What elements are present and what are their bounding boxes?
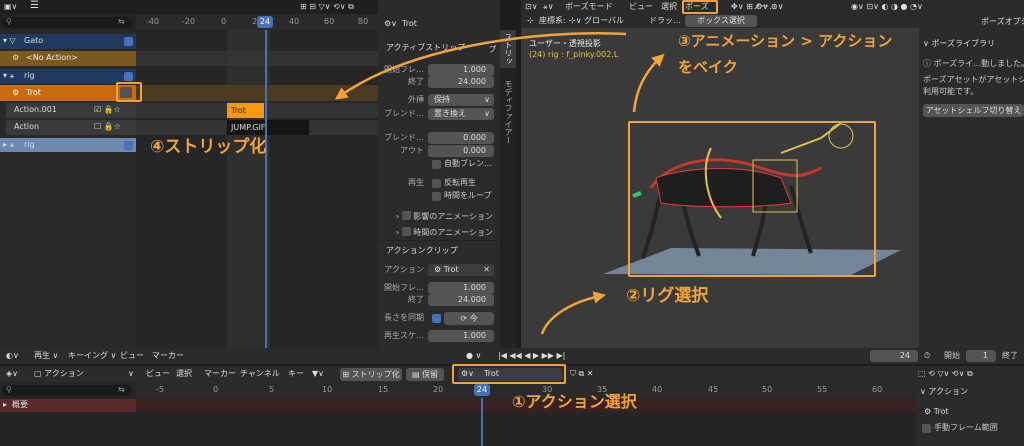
annotation-arrows — [334, 31, 665, 335]
arrow-step2 — [540, 291, 607, 335]
arrow-step4 — [334, 31, 627, 100]
arrow-step3 — [632, 53, 665, 113]
